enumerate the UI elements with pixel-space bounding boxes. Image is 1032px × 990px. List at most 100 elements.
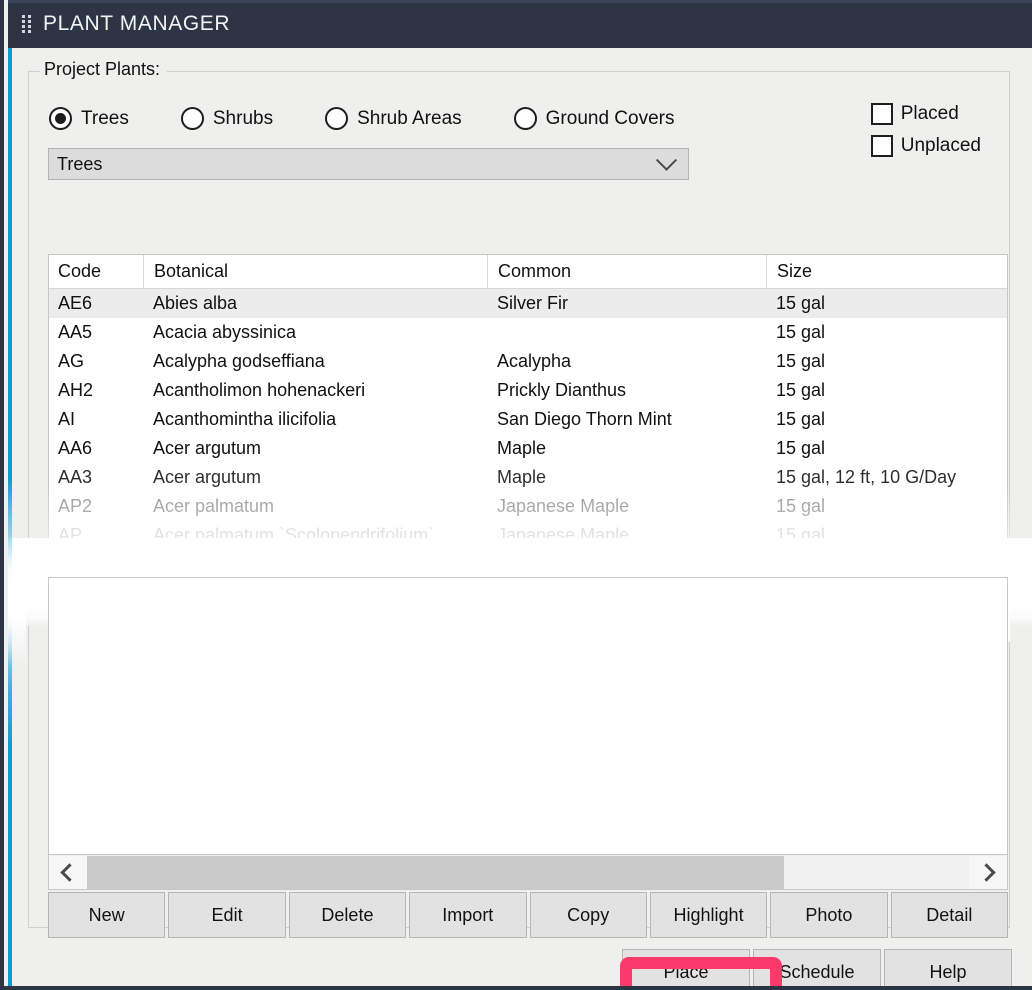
radio-ground-covers[interactable]: Ground Covers bbox=[513, 107, 675, 130]
plant-preview-panel bbox=[48, 577, 1008, 855]
cell-botanical: Acer argutum bbox=[153, 467, 262, 487]
cell-code: AA3 bbox=[58, 467, 93, 487]
cell-code: AP2 bbox=[58, 496, 93, 516]
radio-trees[interactable]: Trees bbox=[49, 107, 129, 130]
plant-category-dropdown-value: Trees bbox=[57, 153, 103, 174]
checkbox-placed-box bbox=[870, 103, 893, 125]
column-header-code[interactable]: Code bbox=[49, 255, 143, 288]
help-button[interactable]: Help bbox=[884, 949, 1012, 986]
cell-common: Maple bbox=[497, 438, 547, 458]
radio-shrub-areas-label: Shrub Areas bbox=[357, 107, 462, 129]
cell-size: 15 gal bbox=[776, 438, 826, 458]
dialog-body: Project Plants: Trees Shrubs Shrub Areas bbox=[8, 48, 1032, 986]
cell-code: AE6 bbox=[58, 293, 93, 313]
highlight-button[interactable]: Highlight bbox=[649, 892, 768, 938]
chevron-down-icon bbox=[655, 149, 678, 171]
plant-table-body: AE6 Abies alba Silver Fir 15 gal AA5 Acacia a… bbox=[49, 289, 1007, 550]
radio-shrubs-indicator bbox=[180, 107, 204, 130]
footer-button-row: Place Schedule Help bbox=[619, 949, 1012, 986]
cell-botanical: Acer argutum bbox=[153, 438, 262, 458]
radio-trees-indicator bbox=[49, 107, 72, 130]
table-row[interactable]: AA6 Acer argutum Maple 15 gal bbox=[49, 434, 1007, 463]
action-button-row: New Edit Delete Import Copy Highlight Ph… bbox=[48, 892, 1008, 938]
delete-button[interactable]: Delete bbox=[288, 892, 407, 938]
radio-shrub-areas[interactable]: Shrub Areas bbox=[325, 107, 462, 130]
groupbox-legend: Project Plants: bbox=[40, 59, 168, 80]
table-row[interactable]: AI Acanthomintha ilicifolia San Diego Thor… bbox=[49, 405, 1007, 434]
checkbox-placed-label: Placed bbox=[900, 103, 959, 124]
cell-botanical: Acanthomintha ilicifolia bbox=[153, 409, 337, 429]
cell-size: 15 gal bbox=[776, 409, 826, 429]
radio-shrubs[interactable]: Shrubs bbox=[180, 107, 274, 130]
cell-code: AA5 bbox=[58, 322, 93, 342]
cell-code: AG bbox=[58, 351, 85, 371]
preview-horizontal-scrollbar[interactable] bbox=[48, 855, 1008, 890]
cell-code: AP bbox=[58, 525, 83, 545]
plant-table[interactable]: Code Botanical Common Size AE6 Abies alba… bbox=[48, 254, 1008, 552]
cell-size: 15 gal bbox=[776, 293, 826, 313]
column-header-size[interactable]: Size bbox=[766, 255, 1007, 288]
chevron-right-icon[interactable] bbox=[969, 855, 1007, 889]
schedule-button[interactable]: Schedule bbox=[753, 949, 881, 986]
plant-table-header: Code Botanical Common Size bbox=[49, 255, 1007, 289]
cell-common: Acalypha bbox=[497, 351, 572, 371]
cell-size: 15 gal, 12 ft, 10 G/Day bbox=[776, 467, 957, 487]
cell-common: Japanese Maple bbox=[497, 525, 630, 545]
cell-size: 15 gal bbox=[776, 380, 826, 400]
column-header-botanical[interactable]: Botanical bbox=[143, 255, 487, 288]
table-row[interactable]: AP2 Acer palmatum Japanese Maple 15 gal bbox=[49, 492, 1007, 521]
chevron-left-icon[interactable] bbox=[49, 855, 87, 889]
placement-filter-group: Placed Unplaced bbox=[870, 103, 981, 167]
accent-fade-overlay bbox=[8, 546, 26, 666]
photo-button[interactable]: Photo bbox=[770, 892, 888, 938]
checkbox-unplaced-box bbox=[870, 135, 893, 157]
radio-ground-covers-indicator bbox=[513, 107, 537, 130]
drag-grip-icon[interactable] bbox=[22, 15, 31, 33]
checkbox-unplaced[interactable]: Unplaced bbox=[870, 135, 981, 157]
copy-button[interactable]: Copy bbox=[529, 892, 647, 938]
cell-botanical: Acalypha godseffiana bbox=[153, 351, 325, 371]
edit-button[interactable]: Edit bbox=[168, 892, 286, 938]
cell-code: AA6 bbox=[58, 438, 93, 458]
radio-trees-label: Trees bbox=[81, 107, 129, 129]
cell-size: 15 gal bbox=[776, 525, 826, 545]
import-button[interactable]: Import bbox=[409, 892, 527, 938]
radio-ground-covers-label: Ground Covers bbox=[545, 107, 675, 129]
table-row[interactable]: AA5 Acacia abyssinica 15 gal bbox=[49, 318, 1007, 347]
table-row[interactable]: AG Acalypha godseffiana Acalypha 15 gal bbox=[49, 347, 1007, 376]
table-row[interactable]: AH2 Acantholimon hohenackeri Prickly Diant… bbox=[49, 376, 1007, 405]
plant-category-dropdown[interactable]: Trees bbox=[48, 148, 689, 180]
table-row[interactable]: AP Acer palmatum `Scolopendrifolium` Japan… bbox=[49, 521, 1007, 550]
place-button[interactable]: Place bbox=[622, 949, 750, 986]
cell-code: AI bbox=[58, 409, 76, 429]
cell-botanical: Acer palmatum bbox=[153, 496, 275, 516]
cell-size: 15 gal bbox=[776, 496, 826, 516]
cell-common: Maple bbox=[497, 467, 547, 487]
cell-code: AH2 bbox=[58, 380, 94, 400]
title-bar[interactable]: PLANT MANAGER bbox=[8, 0, 1032, 48]
cell-botanical: Acer palmatum `Scolopendrifolium` bbox=[153, 525, 435, 545]
detail-button[interactable]: Detail bbox=[890, 892, 1008, 938]
column-header-common[interactable]: Common bbox=[487, 255, 766, 288]
cell-botanical: Acacia abyssinica bbox=[153, 322, 297, 342]
cell-common: Silver Fir bbox=[497, 293, 568, 313]
cell-botanical: Abies alba bbox=[153, 293, 238, 313]
table-row[interactable]: AE6 Abies alba Silver Fir 15 gal bbox=[49, 289, 1007, 318]
radio-shrubs-label: Shrubs bbox=[212, 107, 274, 129]
project-plants-groupbox: Project Plants: Trees Shrubs Shrub Areas bbox=[28, 59, 1010, 938]
plant-type-radio-group: Trees Shrubs Shrub Areas Ground Covers bbox=[49, 107, 675, 130]
cell-size: 15 gal bbox=[776, 351, 826, 371]
checkbox-unplaced-label: Unplaced bbox=[900, 135, 981, 156]
window-title: PLANT MANAGER bbox=[43, 12, 231, 35]
new-button[interactable]: New bbox=[48, 892, 166, 938]
checkbox-placed[interactable]: Placed bbox=[870, 103, 981, 125]
cell-common: Japanese Maple bbox=[497, 496, 630, 516]
cell-size: 15 gal bbox=[776, 322, 826, 342]
plant-manager-window: PLANT MANAGER Project Plants: Trees Shru… bbox=[0, 0, 1032, 990]
cell-common: San Diego Thorn Mint bbox=[497, 409, 672, 429]
table-row[interactable]: AA3 Acer argutum Maple 15 gal, 12 ft, 10 G/… bbox=[49, 463, 1007, 492]
scrollbar-track[interactable] bbox=[87, 855, 969, 889]
cell-common: Prickly Dianthus bbox=[497, 380, 627, 400]
scrollbar-thumb[interactable] bbox=[87, 855, 784, 889]
radio-shrub-areas-indicator bbox=[325, 107, 349, 130]
